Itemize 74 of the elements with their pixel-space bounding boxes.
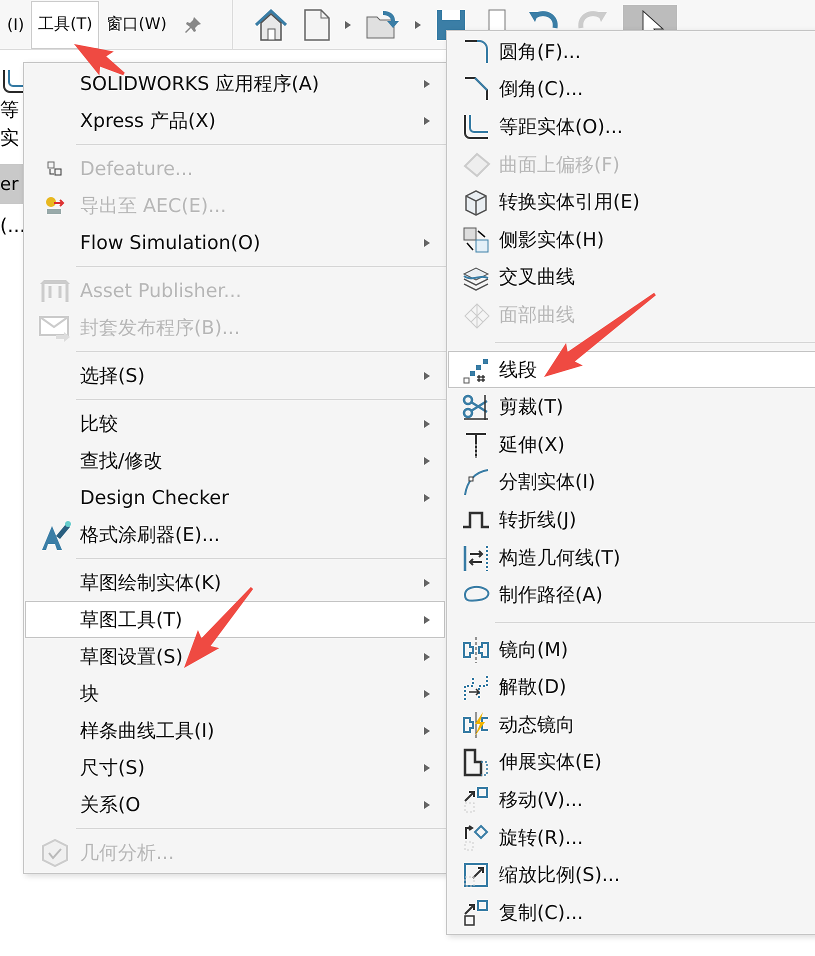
caret-icon bbox=[424, 652, 430, 660]
menu-item[interactable]: Xpress 产品(X) bbox=[25, 102, 445, 139]
panel-tab[interactable]: er bbox=[0, 164, 24, 204]
document-icon[interactable] bbox=[302, 8, 331, 42]
menu-item[interactable]: 构造几何线(T) bbox=[448, 538, 815, 576]
menu-item[interactable]: 制作路径(A) bbox=[448, 576, 815, 614]
caret-icon bbox=[424, 726, 430, 734]
menu-item[interactable]: 伸展实体(E) bbox=[448, 744, 815, 782]
panel-row-label: (... bbox=[0, 214, 24, 239]
menu-item[interactable]: 块 bbox=[25, 675, 445, 712]
menu-item[interactable]: 转折线(J) bbox=[448, 501, 815, 539]
menu-item[interactable]: 查找/修改 bbox=[25, 442, 445, 479]
menu-item[interactable]: 延伸(X) bbox=[448, 426, 815, 464]
menu-item[interactable]: 草图绘制实体(K) bbox=[25, 564, 445, 601]
menu-item[interactable]: 线段 bbox=[448, 350, 815, 388]
caret-icon bbox=[344, 20, 351, 28]
caret-icon bbox=[424, 800, 430, 808]
caret-icon bbox=[424, 578, 430, 586]
menu-item[interactable]: 关系(O bbox=[25, 786, 445, 823]
menu-item[interactable]: 圆角(F)... bbox=[448, 33, 815, 71]
menu-item[interactable]: 样条曲线工具(I) bbox=[25, 712, 445, 749]
menu-item[interactable]: 尺寸(S) bbox=[25, 749, 445, 786]
lightning-icon bbox=[461, 710, 491, 740]
menu-item[interactable]: 草图工具(T) bbox=[25, 601, 445, 638]
caret-icon bbox=[424, 420, 430, 428]
menu-item[interactable]: 转换实体引用(E) bbox=[448, 183, 815, 221]
caret-icon bbox=[414, 20, 421, 28]
offset-icon bbox=[0, 68, 24, 96]
menu-item[interactable]: 分割实体(I) bbox=[448, 464, 815, 502]
menu-item[interactable]: 交叉曲线 bbox=[448, 258, 815, 296]
caret-icon bbox=[424, 494, 430, 502]
caret-icon bbox=[424, 690, 430, 698]
scissors-icon bbox=[461, 392, 491, 422]
component-icon bbox=[46, 160, 64, 178]
caret-icon bbox=[424, 116, 430, 124]
menu-item[interactable]: 侧影实体(H) bbox=[448, 220, 815, 259]
menu-bar-item[interactable]: (I) bbox=[0, 0, 32, 48]
menu-item[interactable]: Design Checker bbox=[25, 479, 445, 516]
menu-item[interactable]: 缩放比例(S)... bbox=[448, 856, 815, 894]
menu-item[interactable]: 剪裁(T) bbox=[448, 388, 815, 426]
caret-icon bbox=[424, 238, 430, 246]
home-icon[interactable] bbox=[252, 8, 289, 42]
menu-item[interactable]: 比较 bbox=[25, 405, 445, 442]
menu-item[interactable]: 动态镜向 bbox=[448, 706, 815, 744]
menu-item[interactable]: 选择(S) bbox=[25, 357, 445, 394]
caret-icon bbox=[424, 456, 430, 464]
annotation-arrow bbox=[74, 44, 125, 76]
cube-check-icon bbox=[39, 836, 71, 868]
menu-item[interactable]: Flow Simulation(O) bbox=[25, 224, 445, 261]
menu-item[interactable]: 倒角(C)... bbox=[448, 70, 815, 108]
caret-icon bbox=[424, 764, 430, 772]
caret-icon bbox=[424, 80, 430, 88]
menu-item[interactable]: 旋转(R)... bbox=[448, 818, 815, 856]
menu-bar-item[interactable]: 工具(T) bbox=[31, 0, 100, 48]
pin-icon[interactable] bbox=[184, 16, 202, 34]
boxes-icon bbox=[461, 224, 491, 255]
menu-item[interactable]: 移动(V)... bbox=[448, 781, 815, 819]
menu-item[interactable]: 格式涂刷器(E)... bbox=[25, 516, 445, 553]
menu-item[interactable]: 等距实体(O)... bbox=[448, 108, 815, 146]
panel-label: 实 bbox=[0, 126, 20, 151]
folder-icon[interactable] bbox=[364, 8, 401, 40]
panel-label: 等 bbox=[0, 98, 20, 123]
menu-item[interactable]: 草图设置(S) bbox=[25, 638, 445, 675]
menu-item[interactable]: 解散(D) bbox=[448, 668, 815, 706]
menu-bar-item[interactable]: 窗口(W) bbox=[99, 0, 174, 48]
menu-item[interactable]: 镜向(M) bbox=[448, 630, 815, 668]
caret-icon bbox=[424, 616, 430, 624]
export-icon bbox=[44, 194, 66, 216]
mirror-icon bbox=[461, 634, 491, 665]
menu-item[interactable]: SOLIDWORKS 应用程序(A) bbox=[25, 65, 445, 102]
caret-icon bbox=[424, 372, 430, 380]
stretch-icon bbox=[461, 747, 491, 778]
arc-icon bbox=[461, 467, 491, 498]
menu-item[interactable]: 复制(C)... bbox=[448, 894, 815, 932]
